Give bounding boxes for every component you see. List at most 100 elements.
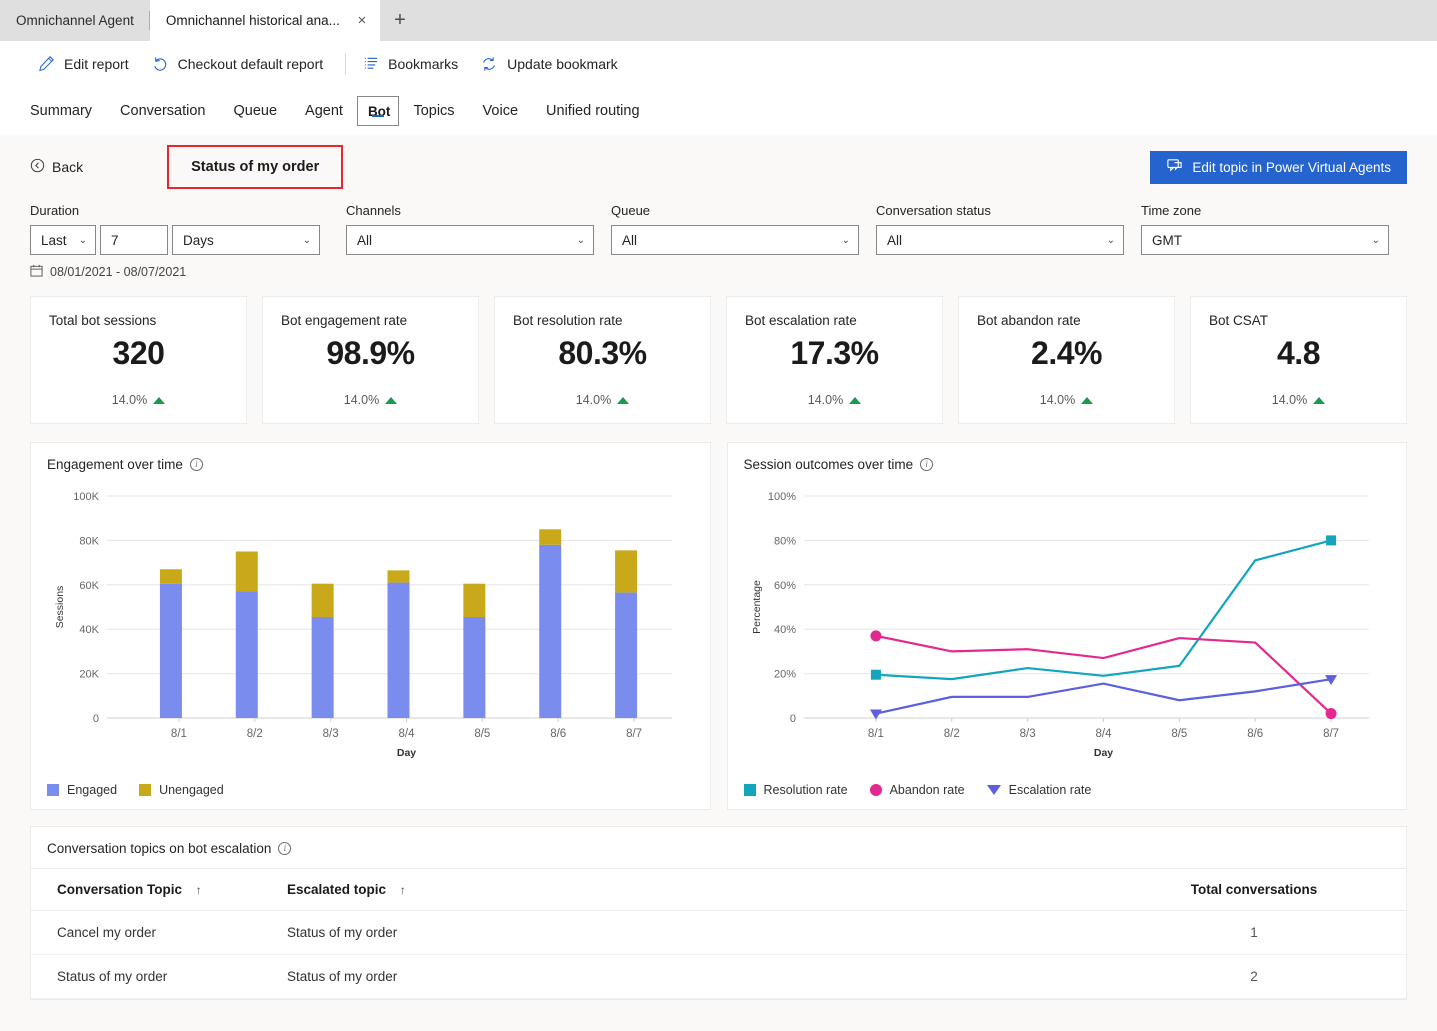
table-row[interactable]: Status of my order Status of my order 2 [31, 954, 1406, 999]
tab-label: Topics [413, 103, 455, 119]
kpi-card-bot-engagement-rate[interactable]: Bot engagement rate 98.9% 14.0% [262, 296, 479, 424]
browser-tab-omnichannel-agent[interactable]: Omnichannel Agent [0, 0, 150, 41]
kpi-card-bot-abandon-rate[interactable]: Bot abandon rate 2.4% 14.0% [958, 296, 1175, 424]
page-content: Back Status of my order Edit topic in Po… [0, 135, 1437, 1000]
filter-channels: Channels All ⌄ [346, 203, 611, 255]
column-header-total-conversations[interactable]: Total conversations [1076, 868, 1406, 911]
bookmarks-button[interactable]: Bookmarks [354, 49, 472, 78]
column-header-conversation-topic[interactable]: Conversation Topic ↑ [31, 868, 261, 911]
conversation-status-value: All [887, 232, 903, 248]
queue-value: All [622, 232, 638, 248]
kpi-card-bot-escalation-rate[interactable]: Bot escalation rate 17.3% 14.0% [726, 296, 943, 424]
chart-title-text: Session outcomes over time [743, 457, 914, 472]
bar-chart-legend: Engaged Unengaged [47, 783, 224, 797]
line-chart-svg: 0 20% 40% 60% 80% 100% 8/1 8/2 8/3 8/4 8/5 8/6 8/7 Da… [751, 491, 1369, 759]
svg-text:8/6: 8/6 [550, 728, 566, 740]
legend-item-abandon-rate[interactable]: Abandon rate [869, 783, 965, 797]
legend-label: Engaged [67, 783, 118, 797]
cell-escalated-topic: Status of my order [261, 910, 1076, 955]
kpi-value: 17.3% [790, 335, 879, 371]
tab-conversation[interactable]: Conversation [106, 87, 219, 135]
time-zone-value: GMT [1152, 232, 1182, 248]
legend-label: Resolution rate [763, 783, 848, 797]
duration-unit-value: Days [183, 232, 214, 248]
chevron-down-icon: ⌄ [576, 234, 585, 246]
svg-text:8/6: 8/6 [1247, 728, 1263, 740]
info-icon[interactable]: i [920, 458, 934, 471]
kpi-title: Bot CSAT [1209, 313, 1269, 328]
chart-panel-session-outcomes-over-time: Session outcomes over time i 0 20% 40% 60% 8… [726, 442, 1407, 810]
kpi-value: 320 [112, 335, 165, 371]
date-range-display: 08/01/2021 - 08/07/2021 [30, 264, 1407, 280]
kpi-card-bot-csat[interactable]: Bot CSAT 4.8 14.0% [1190, 296, 1407, 424]
close-icon[interactable]: × [354, 13, 370, 28]
legend-item-escalation-rate[interactable]: Escalation rate [986, 783, 1091, 797]
tab-label: Queue [233, 103, 278, 119]
line-chart-plot[interactable]: 0 20% 40% 60% 80% 100% 8/1 8/2 8/3 8/4 8/5 8/6 8/7 Da… [744, 478, 1391, 768]
kpi-card-total-bot-sessions[interactable]: Total bot sessions 320 14.0% [30, 296, 247, 424]
trend-up-icon [849, 396, 862, 404]
filter-label: Channels [346, 203, 401, 218]
tab-summary[interactable]: Summary [30, 87, 106, 135]
trend-up-icon [153, 396, 166, 404]
svg-text:8/7: 8/7 [1323, 728, 1339, 740]
duration-unit-select[interactable]: Days ⌄ [172, 225, 320, 255]
legend-item-engaged[interactable]: Engaged [47, 783, 117, 797]
svg-text:Sessions: Sessions [54, 586, 66, 629]
update-bookmark-button[interactable]: Update bookmark [472, 49, 632, 79]
time-zone-select[interactable]: GMT ⌄ [1141, 225, 1389, 255]
tab-unified-routing[interactable]: Unified routing [532, 87, 654, 135]
tab-bot[interactable]: Bot [356, 96, 400, 126]
chart-title: Engagement over time i [47, 457, 694, 472]
date-range-text: 08/01/2021 - 08/07/2021 [50, 265, 187, 279]
tab-label: Agent [305, 103, 343, 119]
bookmarks-list-icon [362, 55, 379, 72]
duration-count-input[interactable]: 7 [100, 225, 168, 255]
bar-chart-svg: 0 20K 40K 60K 80K 100K 8/1 8/2 8/3 8/4 8/5 8/6 8/7 Da… [54, 491, 672, 759]
svg-text:100K: 100K [73, 491, 99, 503]
edit-report-button[interactable]: Edit report [30, 49, 143, 78]
svg-text:8/4: 8/4 [1095, 728, 1112, 740]
filter-label: Time zone [1141, 203, 1202, 218]
chart-title-text: Engagement over time [47, 457, 183, 472]
tab-agent[interactable]: Agent [291, 87, 357, 135]
legend-swatch-engaged [47, 784, 59, 796]
duration-range-select[interactable]: Last ⌄ [30, 225, 96, 255]
channels-select[interactable]: All ⌄ [346, 225, 594, 255]
edit-topic-in-power-virtual-agents-button[interactable]: Edit topic in Power Virtual Agents [1150, 150, 1407, 184]
bar-chart-plot[interactable]: 0 20K 40K 60K 80K 100K 8/1 8/2 8/3 8/4 8/5 8/6 8/7 Da… [47, 478, 694, 768]
back-button[interactable]: Back [30, 158, 83, 176]
browser-tab-title: Omnichannel Agent [16, 13, 134, 28]
chart-panel-engagement-over-time: Engagement over time i 0 20K 40K 60K 80K 100K… [30, 442, 711, 810]
tab-voice[interactable]: Voice [469, 87, 532, 135]
svg-text:20%: 20% [773, 669, 795, 681]
svg-text:80%: 80% [773, 535, 795, 547]
legend-item-unengaged[interactable]: Unengaged [139, 783, 224, 797]
column-header-escalated-topic[interactable]: Escalated topic ↑ [261, 868, 1076, 911]
command-label: Update bookmark [507, 55, 618, 72]
kpi-card-bot-resolution-rate[interactable]: Bot resolution rate 80.3% 14.0% [494, 296, 711, 424]
kpi-title: Bot escalation rate [745, 313, 857, 328]
kpi-delta: 14.0% [745, 393, 924, 407]
pencil-icon [38, 55, 55, 72]
legend-item-resolution-rate[interactable]: Resolution rate [743, 783, 848, 797]
info-icon[interactable]: i [189, 458, 203, 471]
browser-tab-omnichannel-historical-analytics[interactable]: Omnichannel historical ana... × [149, 0, 380, 41]
svg-text:0: 0 [789, 713, 795, 725]
command-bar: Edit report Checkout default report Book… [0, 41, 1437, 87]
svg-text:8/7: 8/7 [626, 728, 642, 740]
sort-ascending-icon: ↑ [195, 883, 202, 897]
checkout-default-report-button[interactable]: Checkout default report [143, 49, 338, 79]
table-row[interactable]: Cancel my order Status of my order 1 [31, 910, 1406, 955]
undo-icon [151, 55, 169, 73]
tab-topics[interactable]: Topics [399, 87, 468, 135]
tab-queue[interactable]: Queue [219, 87, 291, 135]
kpi-delta-text: 14.0% [1039, 393, 1076, 407]
command-label: Checkout default report [177, 55, 324, 72]
conversation-status-select[interactable]: All ⌄ [876, 225, 1124, 255]
kpi-value: 98.9% [326, 335, 415, 371]
queue-select[interactable]: All ⌄ [611, 225, 859, 255]
cell-escalated-topic: Status of my order [261, 954, 1076, 999]
new-tab-icon[interactable]: + [380, 0, 420, 41]
info-icon[interactable]: i [278, 842, 292, 855]
